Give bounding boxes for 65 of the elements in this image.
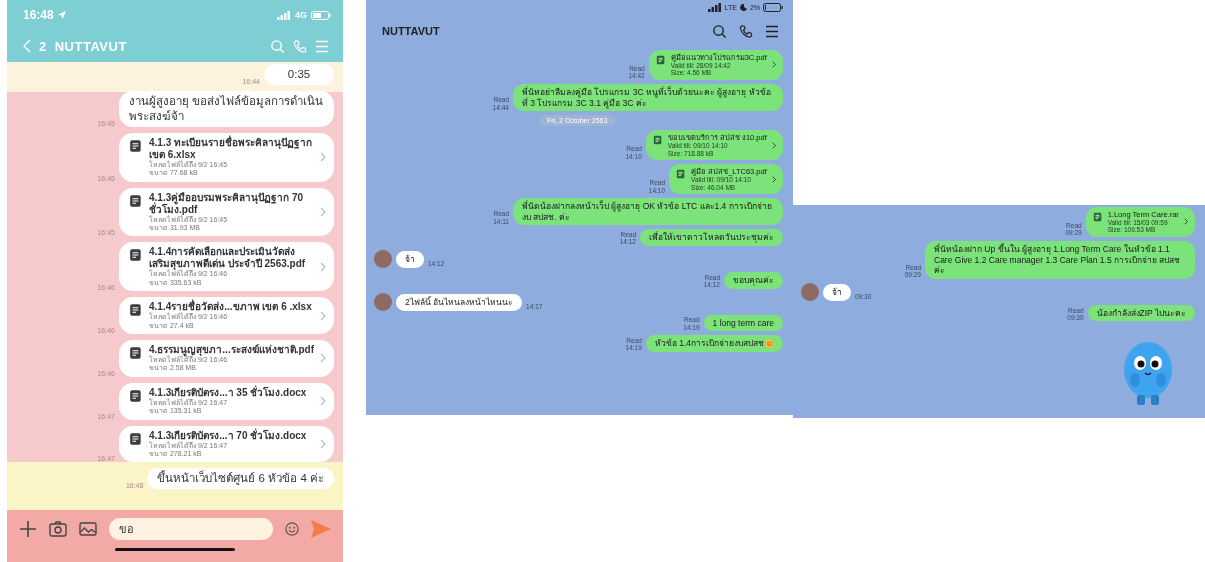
avatar <box>374 292 392 311</box>
file-name: 4.1.3 ทะเบียนรายชื่อพระคิลานุปัฏฐาก เขต 6.xlsx <box>149 136 314 160</box>
message-bubble: จ้า <box>396 251 424 268</box>
message-bubble: 1 long term care <box>703 314 783 332</box>
message-bubble: พี่นัทอย่าลืมลงคู่มือ โปรแกรม 3C หนูที่เว็บด้วยนะคะ ผู้สูงอายุ หัวข้อที่ 3 โปรแกรม 3C 3.1 คู่มือ 3C ค่ะ <box>513 83 783 112</box>
chevron-right-icon <box>320 310 326 321</box>
message-bubble: งานผู้สูงอายุ ขอส่งไฟล์ข้อมูลการดำเนินพระสงฆ์จ้า <box>119 90 334 127</box>
avatar <box>801 282 819 301</box>
file-name: 4.1.3คู่มืออบรมพระคิลานุปัฏฐาก 70 ชั่วโมง.pdf <box>149 191 305 216</box>
battery-icon <box>763 2 783 12</box>
location-arrow-icon <box>57 11 66 19</box>
status-time: 16:48 <box>23 8 54 22</box>
menu-icon[interactable] <box>765 24 779 38</box>
chevron-right-icon <box>771 141 776 149</box>
message-input[interactable]: ขอ <box>109 518 273 540</box>
message-bubble: ขอบคุณค่ะ <box>724 271 783 289</box>
chevron-right-icon <box>771 61 776 69</box>
unread-count: 2 <box>39 38 47 54</box>
moon-icon <box>739 3 747 11</box>
message-bubble: จ้า <box>823 284 851 301</box>
file-icon <box>129 193 143 208</box>
chat-title: NUTTAVUT <box>382 25 440 37</box>
signal-icon <box>277 10 291 20</box>
message-text: หัวข้อ 1.4การเบิกจ่ายงบสปสช <box>654 338 764 349</box>
chevron-right-icon <box>771 175 776 183</box>
file-icon <box>129 388 143 403</box>
file-icon <box>129 345 143 360</box>
plus-icon[interactable] <box>19 520 37 538</box>
image-icon[interactable] <box>79 521 97 537</box>
file-icon <box>676 169 687 180</box>
file-icon <box>129 431 143 446</box>
file-icon <box>655 55 666 65</box>
chat-title: NUTTAVUT <box>54 38 127 54</box>
file-icon <box>652 135 663 146</box>
chevron-right-icon <box>320 261 326 272</box>
file-name: 4.1.4การคัดเลือกและประเมินวัดส่งเสริมสุขภาพดีเด่น ประจำปี 2563.pdf <box>149 246 307 270</box>
camera-icon[interactable] <box>49 521 67 537</box>
phone-icon[interactable] <box>739 23 753 39</box>
file-icon <box>129 303 143 318</box>
message-bubble: ขึ้นหน้าเว็บไซต์ศูนย์ 6 หัวข้อ 4 ค่ะ <box>147 468 334 490</box>
file-icon <box>129 138 143 153</box>
file-icon <box>129 248 143 263</box>
search-icon[interactable] <box>712 23 727 39</box>
message-bubble: 2ไฟล์นี้ อันไหนลงหน้าไหนนะ <box>396 293 523 311</box>
file-name: 4.ธรรมนูญสุขภา...ระสงฆ์แห่งชาติ.pdf <box>149 343 314 356</box>
signal-icon <box>707 2 722 12</box>
message-bubble: น้องกำลังส่งZIP ไปนะคะ <box>1087 304 1195 322</box>
avatar <box>374 249 392 268</box>
battery-icon <box>311 10 331 20</box>
file-name: 4.1.3เกียรติบัตรง...า 70 ชั่วโมง.docx <box>149 429 308 441</box>
chevron-right-icon <box>320 438 326 449</box>
message-bubble: พี่นัทน้องฝาก Up ขึ้นใน ผู้สูงอายุ 1.Long Term Care ในหัวข้อ 1.1 Care Give 1.2 Care manager 1.3 Care Plan 1.5 การเบิกจ่าย สปสช ค่ะ <box>925 240 1195 279</box>
chevron-right-icon <box>320 396 326 407</box>
smiley-icon[interactable] <box>285 522 299 536</box>
file-name: 4.1.3เกียรติบัตรง...า 35 ชั่วโมง.docx <box>149 386 308 398</box>
file-name: 4.1.4รายชื่อวัดส่ง...ขภาพ เขต 6 .xlsx <box>149 301 313 313</box>
message-bubble: เพื่อให้เขาดาวโหลดวันประชุมค่ะ <box>640 229 783 246</box>
chevron-right-icon <box>320 207 326 217</box>
chevron-right-icon <box>320 353 326 364</box>
message-bubble: พี่นัดน้องฝากลงหน้าเว็ป ผู้สูงอายุ OK หัวข้อ LTC และ1.4 การเบิกจ่ายงบ สปสช. ค่ะ <box>513 198 783 226</box>
call-duration-bubble[interactable]: 0:35 <box>264 64 334 85</box>
chevron-right-icon <box>1183 218 1188 226</box>
network-label: 4G <box>295 10 307 20</box>
chevron-right-icon <box>320 152 326 163</box>
file-icon <box>1092 212 1103 222</box>
